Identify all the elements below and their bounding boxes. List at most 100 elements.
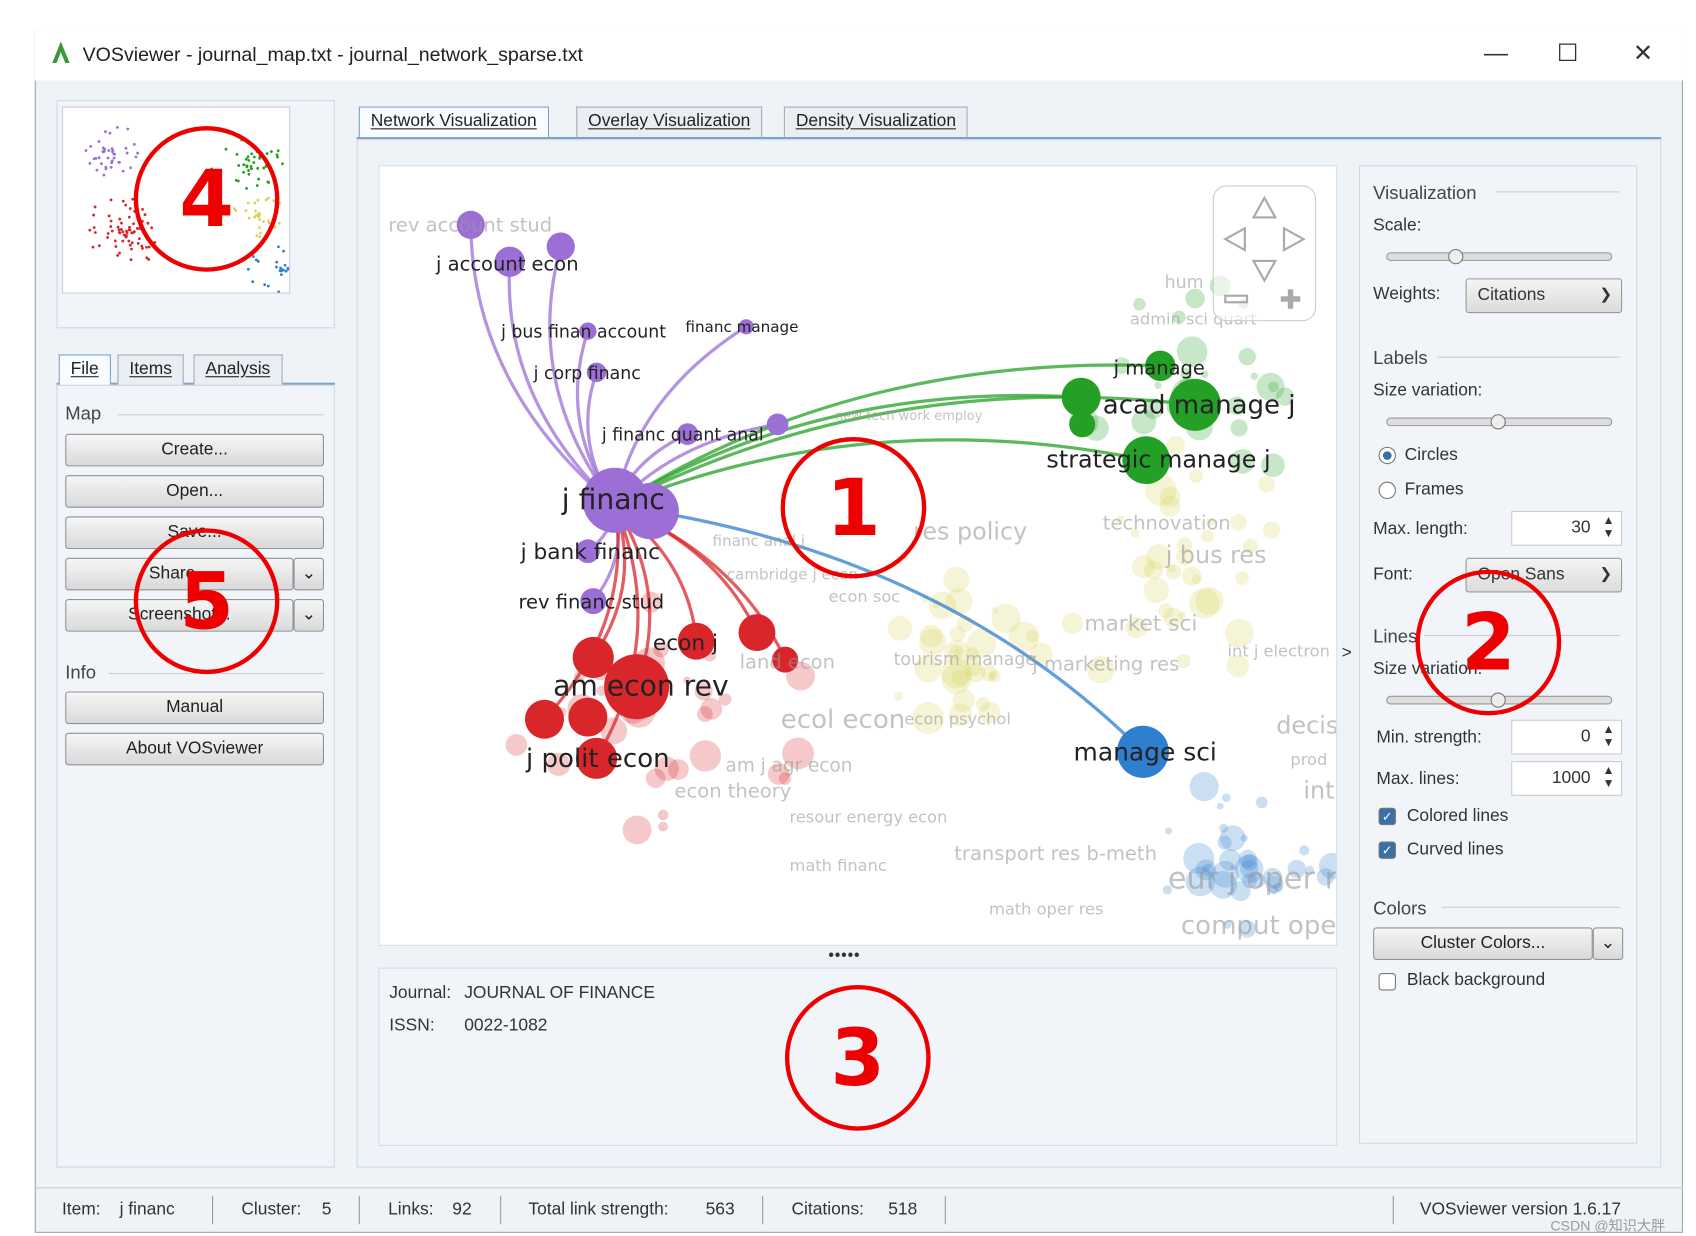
node-label[interactable]: eur j oper r — [1168, 861, 1337, 896]
node-label[interactable]: j bus res — [1165, 541, 1267, 569]
collapse-panel-button[interactable]: > — [1342, 644, 1352, 664]
tab-items[interactable]: Items — [117, 354, 184, 385]
node-label[interactable]: math oper res — [989, 899, 1104, 918]
node-label[interactable]: am j agr econ — [726, 755, 853, 776]
node-label[interactable]: econ soc — [829, 587, 901, 606]
node-label[interactable]: j bus finan account — [500, 323, 666, 343]
minimize-button[interactable]: — — [1484, 39, 1508, 67]
max-lines-input[interactable]: 1000 ▲ ▼ — [1511, 761, 1623, 796]
circles-radio[interactable] — [1378, 446, 1396, 465]
node-label[interactable]: tourism manage — [894, 650, 1037, 670]
node[interactable] — [1191, 574, 1202, 585]
label-size-slider[interactable] — [1386, 414, 1613, 430]
node-label[interactable]: decis — [1276, 711, 1337, 739]
node[interactable] — [1250, 372, 1259, 380]
node-label[interactable]: strategic manage j — [1046, 446, 1270, 474]
node-label[interactable]: prod — [1290, 750, 1327, 769]
node[interactable] — [1061, 377, 1101, 417]
node-label[interactable]: hum — [1165, 273, 1204, 293]
node[interactable] — [1061, 612, 1084, 634]
node[interactable] — [738, 614, 776, 651]
weights-select[interactable]: Citations ❯ — [1465, 278, 1623, 314]
maximize-button[interactable]: ☐ — [1557, 39, 1578, 67]
node-label[interactable]: math financ — [789, 856, 886, 875]
node[interactable] — [524, 699, 564, 739]
node[interactable] — [1164, 827, 1172, 835]
max-length-input[interactable]: 30 ▲ ▼ — [1511, 510, 1623, 546]
cluster-colors-button[interactable]: Cluster Colors... — [1373, 927, 1593, 960]
node-label[interactable]: rev account stud — [388, 213, 552, 236]
node[interactable] — [658, 821, 669, 832]
node[interactable] — [1143, 577, 1170, 604]
node-label[interactable]: ecol econ — [781, 705, 905, 735]
about-button[interactable]: About VOSviewer — [65, 732, 324, 766]
node[interactable] — [1143, 560, 1164, 580]
node-label[interactable]: new tech work employ — [835, 409, 983, 424]
node[interactable] — [1154, 381, 1162, 389]
node-label[interactable]: manage sci — [1074, 737, 1217, 766]
node[interactable] — [657, 809, 669, 821]
node[interactable] — [1221, 793, 1231, 803]
node[interactable] — [689, 740, 722, 772]
node[interactable] — [622, 815, 652, 845]
close-button[interactable]: ✕ — [1633, 39, 1653, 67]
node[interactable] — [1230, 419, 1248, 437]
node[interactable] — [1160, 486, 1181, 507]
node-label[interactable]: comput oper — [1181, 911, 1337, 941]
node[interactable] — [1238, 347, 1256, 366]
node[interactable] — [887, 616, 913, 641]
node-label[interactable]: technovation — [1103, 512, 1231, 535]
splitter-handle[interactable]: ••••• — [828, 946, 860, 963]
tab-density-visualization[interactable]: Density Visualization — [783, 106, 968, 137]
node-label[interactable]: acad manage j — [1103, 391, 1296, 421]
navigation-control[interactable] — [1212, 185, 1317, 322]
node[interactable] — [1299, 845, 1310, 856]
node-label[interactable]: land econ — [740, 650, 835, 673]
node[interactable] — [949, 626, 966, 642]
node-label[interactable]: res policy — [913, 517, 1027, 545]
curved-lines-checkbox[interactable]: ✓ — [1378, 841, 1396, 859]
node-label[interactable]: rev financ stud — [518, 591, 664, 614]
node[interactable] — [505, 734, 528, 756]
node-label[interactable]: am econ rev — [553, 669, 728, 702]
node-label[interactable]: resour energy econ — [789, 807, 947, 826]
node-label[interactable]: transport res b-meth — [954, 842, 1157, 865]
node[interactable] — [988, 671, 996, 680]
spinner-arrows-icon[interactable]: ▲ ▼ — [1603, 723, 1615, 749]
colored-lines-checkbox[interactable]: ✓ — [1378, 807, 1396, 826]
node-label[interactable]: econ theory — [675, 779, 792, 802]
node-label[interactable]: j corp financ — [533, 364, 641, 384]
node[interactable] — [1240, 834, 1248, 842]
node[interactable] — [568, 697, 608, 737]
node-label[interactable]: j financ — [561, 483, 665, 516]
tab-file[interactable]: File — [58, 354, 111, 385]
node[interactable] — [1189, 772, 1219, 802]
node[interactable] — [894, 691, 903, 701]
node[interactable] — [1263, 521, 1281, 539]
create-button[interactable]: Create... — [65, 433, 324, 467]
manual-button[interactable]: Manual — [65, 691, 324, 725]
node[interactable] — [766, 413, 789, 436]
share-dropdown-button[interactable]: ⌄ — [293, 557, 324, 591]
min-strength-input[interactable]: 0 ▲ ▼ — [1511, 719, 1623, 755]
node[interactable] — [1069, 411, 1096, 438]
frames-radio[interactable] — [1378, 481, 1396, 500]
node[interactable] — [1216, 802, 1224, 810]
node[interactable] — [991, 606, 999, 614]
node-label[interactable]: j manage — [1113, 357, 1205, 380]
node-label[interactable]: j polit econ — [525, 744, 670, 774]
tab-network-visualization[interactable]: Network Visualization — [358, 106, 549, 137]
tab-analysis[interactable]: Analysis — [193, 354, 283, 385]
node[interactable] — [1229, 514, 1247, 531]
node-label[interactable]: j financ quant anal — [601, 426, 764, 446]
node-label[interactable]: j account econ — [435, 252, 579, 275]
open-button[interactable]: Open... — [65, 475, 324, 508]
cluster-colors-dropdown[interactable]: ⌄ — [1592, 927, 1624, 960]
node-label[interactable]: market sci — [1084, 611, 1197, 636]
node-label[interactable]: j marketing res — [1031, 652, 1179, 675]
node[interactable] — [1255, 796, 1268, 809]
screenshot-dropdown-button[interactable]: ⌄ — [293, 599, 324, 632]
node[interactable] — [1258, 476, 1275, 493]
node[interactable] — [1026, 630, 1039, 643]
node[interactable] — [943, 566, 970, 593]
